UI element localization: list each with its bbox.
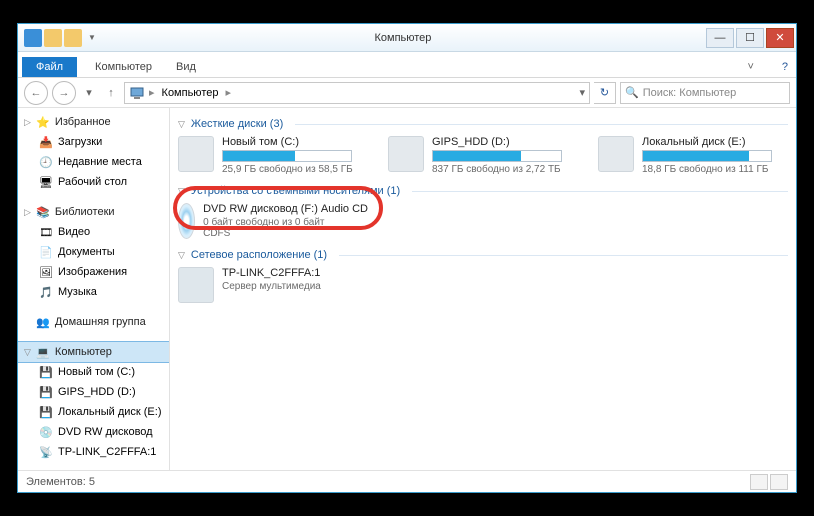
search-input[interactable]: 🔍 Поиск: Компьютер: [620, 82, 790, 104]
drive-icon: 💾: [38, 364, 54, 380]
desktop-icon: 🖥: [38, 174, 54, 190]
sidebar-item-pictures[interactable]: 🖼Изображения: [18, 262, 169, 282]
status-bar: Элементов: 5: [18, 470, 796, 492]
view-details-button[interactable]: [750, 474, 768, 490]
window-controls: — ☐ ✕: [706, 28, 796, 48]
drive-icon: 💾: [38, 384, 54, 400]
tab-file[interactable]: Файл: [22, 57, 77, 77]
ribbon-tabs: Файл Компьютер Вид ˅ ?: [18, 52, 796, 78]
address-dropdown-icon[interactable]: ▾: [579, 86, 585, 99]
explorer-window: ▼ Компьютер — ☐ ✕ Файл Компьютер Вид ˅ ?…: [17, 23, 797, 493]
sidebar-item-music[interactable]: 🎵Музыка: [18, 282, 169, 302]
libraries-icon: 📚: [35, 204, 51, 220]
properties-icon[interactable]: [44, 29, 62, 47]
drive-icon: [598, 136, 634, 172]
chevron-right-icon[interactable]: ▸: [149, 86, 155, 99]
close-button[interactable]: ✕: [766, 28, 794, 48]
chevron-right-icon[interactable]: ▸: [225, 86, 231, 99]
sidebar-computer[interactable]: ▽💻Компьютер: [18, 342, 169, 362]
qat-dropdown-icon[interactable]: ▼: [84, 33, 100, 42]
computer-icon: 💻: [35, 344, 51, 360]
minimize-button[interactable]: —: [706, 28, 734, 48]
homegroup-icon: 👥: [35, 314, 51, 330]
downloads-icon: 📥: [38, 134, 54, 150]
drive-icon: 💾: [38, 404, 54, 420]
maximize-button[interactable]: ☐: [736, 28, 764, 48]
quick-access-toolbar: ▼: [18, 29, 100, 47]
drive-e[interactable]: Локальный диск (E:) 18,8 ГБ свободно из …: [598, 136, 788, 175]
chevron-down-icon: ▽: [178, 186, 185, 197]
app-icon: [24, 29, 42, 47]
back-button[interactable]: ←: [24, 81, 48, 105]
pictures-icon: 🖼: [38, 264, 54, 280]
sidebar-item-dvd[interactable]: 💿DVD RW дисковод: [18, 422, 169, 442]
document-icon: 📄: [38, 244, 54, 260]
search-icon: 🔍: [625, 86, 639, 99]
usage-bar: [642, 150, 772, 162]
drive-dvd[interactable]: DVD RW дисковод (F:) Audio CD 0 байт сво…: [178, 203, 368, 239]
sidebar-item-documents[interactable]: 📄Документы: [18, 242, 169, 262]
sidebar-homegroup[interactable]: ▷👥Домашняя группа: [18, 312, 169, 332]
sidebar-item-drive-d[interactable]: 💾GIPS_HDD (D:): [18, 382, 169, 402]
recent-locations-icon[interactable]: ▾: [80, 84, 98, 102]
chevron-down-icon: ▽: [178, 119, 185, 130]
drive-d[interactable]: GIPS_HDD (D:) 837 ГБ свободно из 2,72 ТБ: [388, 136, 578, 175]
view-tiles-button[interactable]: [770, 474, 788, 490]
sidebar-item-downloads[interactable]: 📥Загрузки: [18, 132, 169, 152]
group-removable[interactable]: ▽ Устройства со съемными носителями (1): [178, 185, 788, 197]
new-folder-icon[interactable]: [64, 29, 82, 47]
sidebar-item-desktop[interactable]: 🖥Рабочий стол: [18, 172, 169, 192]
computer-icon: [129, 85, 145, 101]
sidebar-libraries[interactable]: ▷📚Библиотеки: [18, 202, 169, 222]
refresh-button[interactable]: ↻: [594, 82, 616, 104]
usage-bar: [432, 150, 562, 162]
sidebar-item-videos[interactable]: 🎞Видео: [18, 222, 169, 242]
title-bar: ▼ Компьютер — ☐ ✕: [18, 24, 796, 52]
network-device-tplink[interactable]: TP-LINK_C2FFFA:1 Сервер мультимедиа: [178, 267, 368, 303]
media-server-icon: [178, 267, 214, 303]
drive-c[interactable]: Новый том (C:) 25,9 ГБ свободно из 58,5 …: [178, 136, 368, 175]
sidebar-item-drive-c[interactable]: 💾Новый том (C:): [18, 362, 169, 382]
drive-icon: [388, 136, 424, 172]
network-device-icon: 📡: [38, 444, 54, 460]
breadcrumb-computer[interactable]: Компьютер: [159, 87, 222, 99]
sidebar-item-tplink[interactable]: 📡TP-LINK_C2FFFA:1: [18, 442, 169, 462]
tab-computer[interactable]: Компьютер: [89, 57, 158, 77]
up-button[interactable]: ↑: [102, 84, 120, 102]
navigation-pane: ▷⭐Избранное 📥Загрузки 🕘Недавние места 🖥Р…: [18, 108, 170, 470]
drive-icon: [178, 136, 214, 172]
star-icon: ⭐: [35, 114, 51, 130]
music-icon: 🎵: [38, 284, 54, 300]
window-title: Компьютер: [100, 32, 706, 44]
content-pane: ▽ Жесткие диски (3) Новый том (C:) 25,9 …: [170, 108, 796, 470]
status-item-count: Элементов: 5: [26, 476, 95, 488]
forward-button[interactable]: →: [52, 81, 76, 105]
recent-icon: 🕘: [38, 154, 54, 170]
disc-icon: [178, 203, 195, 239]
group-hard-drives[interactable]: ▽ Жесткие диски (3): [178, 118, 788, 130]
video-icon: 🎞: [38, 224, 54, 240]
nav-bar: ← → ▾ ↑ ▸ Компьютер ▸ ▾ ↻ 🔍 Поиск: Компь…: [18, 78, 796, 108]
disc-icon: 💿: [38, 424, 54, 440]
group-network-location[interactable]: ▽ Сетевое расположение (1): [178, 249, 788, 261]
sidebar-item-recent[interactable]: 🕘Недавние места: [18, 152, 169, 172]
usage-bar: [222, 150, 352, 162]
chevron-down-icon: ▽: [178, 250, 185, 261]
sidebar-favorites[interactable]: ▷⭐Избранное: [18, 112, 169, 132]
address-bar[interactable]: ▸ Компьютер ▸ ▾: [124, 82, 590, 104]
help-icon[interactable]: ?: [774, 57, 796, 77]
tab-view[interactable]: Вид: [170, 57, 202, 77]
sidebar-item-drive-e[interactable]: 💾Локальный диск (E:): [18, 402, 169, 422]
search-placeholder: Поиск: Компьютер: [643, 87, 737, 99]
ribbon-expand-icon[interactable]: ˅: [739, 57, 761, 77]
